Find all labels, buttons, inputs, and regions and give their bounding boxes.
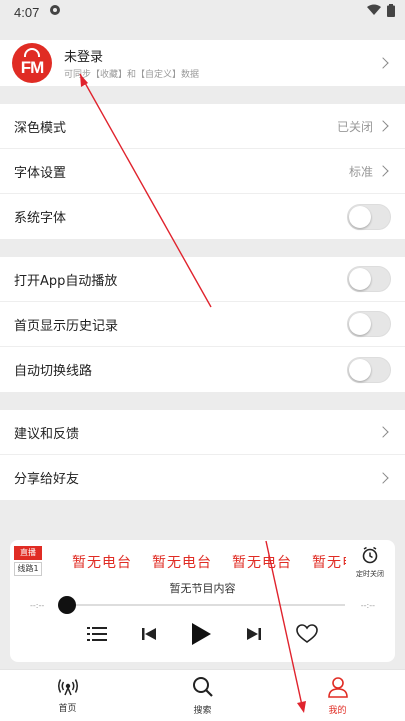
system-font-toggle[interactable] — [347, 203, 391, 230]
auto-switch-line-label: 自动切换线路 — [14, 364, 93, 379]
tab-home-label: 首页 — [58, 703, 77, 714]
show-history-label: 首页显示历史记录 — [14, 318, 119, 334]
chevron-right-icon — [377, 165, 389, 177]
tab-search[interactable]: 搜索 — [135, 670, 270, 721]
font-setting-value: 标准 — [348, 164, 373, 179]
auto-switch-line-toggle[interactable] — [347, 356, 391, 383]
login-status: 未登录 — [64, 50, 104, 65]
station-name: 暂无电台 — [232, 555, 292, 571]
playlist-icon[interactable] — [86, 626, 107, 646]
heart-icon[interactable] — [296, 624, 318, 648]
progress-bar[interactable]: --:-- --:-- — [30, 596, 375, 614]
chevron-right-icon — [377, 426, 389, 438]
progress-handle[interactable] — [58, 596, 76, 614]
chevron-right-icon — [377, 57, 389, 69]
battery-icon — [387, 3, 395, 21]
user-icon — [327, 676, 348, 701]
status-bar: 4:07 — [0, 0, 405, 24]
sleep-timer-label: 定时关闭 — [356, 570, 384, 578]
next-icon[interactable] — [246, 626, 262, 646]
tab-search-label: 搜索 — [193, 705, 212, 716]
tab-home[interactable]: 首页 — [0, 670, 135, 721]
share-row[interactable]: 分享给好友 — [0, 455, 405, 500]
bottom-tab-bar: 首页 搜索 我的 — [0, 669, 405, 721]
fm-logo: FM — [12, 43, 52, 83]
sleep-timer-button[interactable]: 定时关闭 — [353, 546, 387, 579]
feedback-label: 建议和反馈 — [14, 426, 80, 442]
station-marquee: 暂无电台 暂无电台 暂无电台 暂无电台 — [72, 552, 346, 572]
sync-icon — [49, 4, 61, 20]
auto-play-row: 打开App自动播放 — [0, 257, 405, 302]
auto-switch-line-row: 自动切换线路 — [0, 347, 405, 392]
show-history-row: 首页显示历史记录 — [0, 302, 405, 347]
station-name: 暂无电台 — [72, 555, 132, 571]
auto-play-toggle[interactable] — [347, 266, 391, 292]
live-badge: 直播 — [14, 546, 42, 560]
time-start: --:-- — [30, 600, 45, 610]
time-end: --:-- — [360, 600, 375, 610]
play-icon[interactable] — [190, 622, 212, 650]
auto-play-label: 打开App自动播放 — [14, 273, 118, 289]
chevron-right-icon — [377, 120, 389, 132]
login-hint: 可同步【收藏】和【自定义】数据 — [64, 70, 200, 80]
chevron-right-icon — [377, 471, 389, 484]
station-name: 暂无电台 — [312, 555, 346, 571]
profile-row[interactable]: FM 未登录 可同步【收藏】和【自定义】数据 — [0, 40, 405, 86]
status-time: 4:07 — [14, 4, 40, 20]
radio-icon — [57, 678, 79, 699]
alarm-clock-icon — [361, 546, 379, 568]
line-selector[interactable]: 线路1 — [14, 562, 42, 576]
dark-mode-row[interactable]: 深色模式 已关闭 — [0, 104, 405, 149]
feedback-row[interactable]: 建议和反馈 — [0, 410, 405, 455]
mini-player: 直播 线路1 暂无电台 暂无电台 暂无电台 暂无电台 定时关闭 暂无节目内容 --:-… — [10, 540, 395, 662]
dark-mode-label: 深色模式 — [14, 120, 67, 136]
dark-mode-value: 已关闭 — [336, 119, 373, 134]
station-name: 暂无电台 — [152, 555, 212, 571]
wifi-icon — [367, 4, 381, 20]
search-icon — [192, 676, 214, 701]
font-setting-label: 字体设置 — [14, 165, 67, 181]
program-title: 暂无节目内容 — [169, 582, 236, 595]
previous-icon[interactable] — [141, 626, 157, 646]
share-label: 分享给好友 — [14, 472, 80, 487]
tab-mine-label: 我的 — [328, 705, 347, 716]
font-setting-row[interactable]: 字体设置 标准 — [0, 149, 405, 194]
show-history-toggle[interactable] — [347, 311, 391, 337]
tab-mine[interactable]: 我的 — [270, 670, 405, 721]
system-font-label: 系统字体 — [14, 211, 67, 226]
system-font-row: 系统字体 — [0, 194, 405, 239]
